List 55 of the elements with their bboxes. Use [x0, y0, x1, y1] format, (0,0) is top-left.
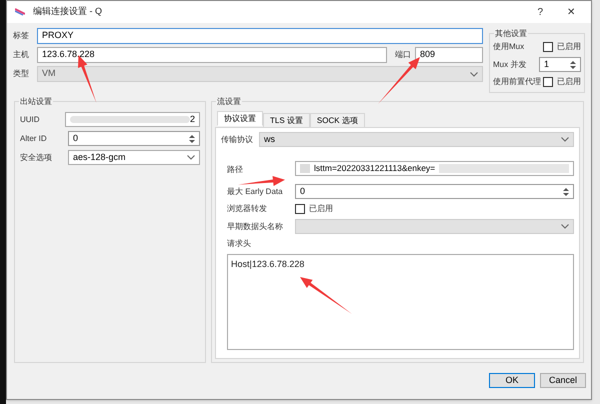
option-label: 使用Mux [493, 41, 524, 53]
type-dropdown[interactable]: VM [37, 66, 483, 82]
checkbox[interactable] [295, 204, 305, 214]
spin-field[interactable]: 0 [68, 131, 200, 146]
transport-dropdown[interactable]: ws [259, 132, 574, 147]
uuid-field[interactable]: 2 [64, 112, 200, 127]
group-title: 出站设置 [19, 96, 53, 108]
field-label: UUID [20, 114, 41, 126]
checkbox-label: 已启用 [557, 41, 581, 53]
blurred-area [300, 164, 310, 172]
field-label: 早期数据头名称 [227, 220, 284, 232]
dialog-button[interactable]: OK [489, 373, 535, 388]
host-field[interactable]: 123.6.78.228 [37, 47, 387, 63]
tab[interactable]: 协议设置 [217, 111, 263, 126]
field-label: 路径 [227, 165, 243, 174]
annotation-arrow [299, 276, 353, 315]
field-label: 类型 [13, 68, 30, 80]
field-label: 请求头 [227, 238, 252, 250]
tab[interactable]: SOCK 选项 [310, 113, 365, 128]
app-icon [15, 8, 25, 16]
field-label: 端口 [395, 49, 411, 61]
tag-field[interactable]: PROXY [37, 28, 483, 44]
cipher-dropdown[interactable]: aes-128-gcm [68, 150, 200, 165]
field-label: 浏览器转发 [227, 203, 268, 215]
window-title: 编辑连接设置 - Q [33, 5, 103, 18]
caret-icon [187, 155, 195, 160]
spin-field[interactable]: 0 [295, 184, 574, 199]
option-label: Mux 并发 [493, 58, 526, 70]
checkbox-label: 已启用 [557, 76, 581, 88]
spin-field[interactable]: 1 [539, 57, 581, 72]
field-label: 传输协议 [221, 134, 254, 146]
caret-icon [561, 137, 569, 142]
spin-arrows-icon[interactable] [189, 134, 195, 144]
dialog-button[interactable]: Cancel [540, 373, 586, 388]
checkbox-label: 已启用 [309, 203, 333, 215]
caret-icon [561, 224, 569, 229]
headers-textarea[interactable]: Host|123.6.78.228 [227, 254, 574, 350]
field-label: 主机 [13, 49, 30, 61]
field-label: 最大 Early Data [227, 186, 284, 198]
checkbox[interactable] [543, 77, 553, 87]
field-label: Alter ID [20, 132, 48, 144]
field-label: 标签 [13, 30, 30, 42]
option-label: 使用前置代理 [493, 76, 541, 88]
caret-icon [470, 72, 478, 76]
checkbox[interactable] [543, 42, 553, 52]
group-title: 流设置 [216, 96, 242, 108]
tab[interactable]: TLS 设置 [263, 113, 310, 128]
port-field[interactable]: 809 [415, 47, 483, 63]
spin-arrows-icon[interactable] [563, 186, 569, 196]
group-title: 其他设置 [494, 28, 528, 40]
spin-arrows-icon[interactable] [570, 60, 576, 70]
close-button[interactable]: ✕ [559, 4, 583, 20]
path-field[interactable]: lsttm=20220331221113&enkey= [295, 160, 574, 176]
help-button[interactable]: ? [529, 4, 551, 20]
field-label: 安全选项 [20, 152, 53, 164]
